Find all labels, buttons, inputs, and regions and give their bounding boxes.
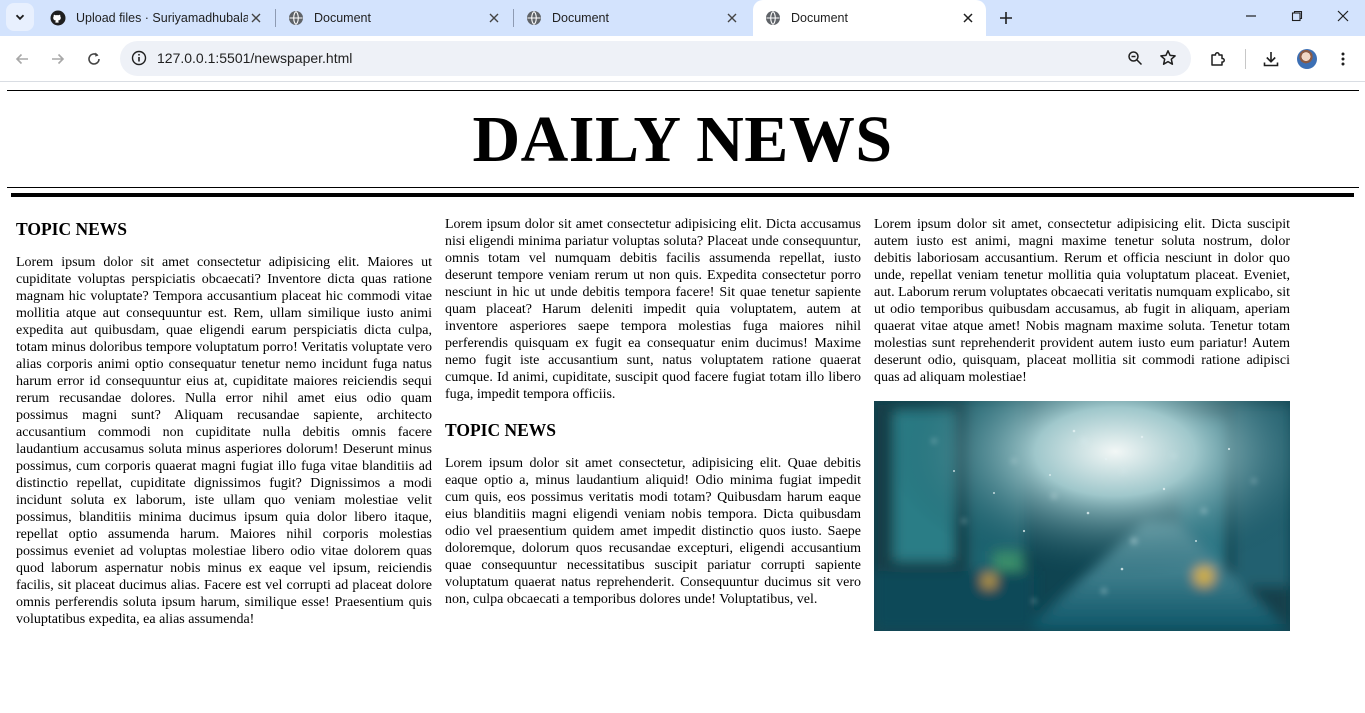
forward-button[interactable] bbox=[44, 45, 72, 73]
column-heading: TOPIC NEWS bbox=[445, 420, 557, 440]
download-icon bbox=[1263, 52, 1279, 67]
column-paragraph: Lorem ipsum dolor sit amet, consectetur … bbox=[874, 217, 1290, 385]
puzzle-icon bbox=[1211, 52, 1225, 66]
rainy-street-photo bbox=[874, 401, 1290, 631]
column-paragraph: Lorem ipsum dolor sit amet consectetur, … bbox=[445, 456, 861, 607]
tab-search-button[interactable] bbox=[6, 3, 34, 31]
column-paragraph: Lorem ipsum dolor sit amet consectetur a… bbox=[445, 217, 861, 402]
globe-icon bbox=[289, 11, 303, 25]
masthead-title: DAILY NEWS bbox=[472, 103, 893, 176]
arrow-right-icon bbox=[52, 53, 65, 65]
more-vertical-icon bbox=[1341, 52, 1345, 66]
close-icon[interactable] bbox=[724, 10, 740, 26]
tab-title: Upload files · Suriyamadhubala bbox=[76, 11, 248, 25]
bookmark-button[interactable] bbox=[1157, 47, 1179, 69]
close-icon[interactable] bbox=[248, 10, 264, 26]
restore-button[interactable] bbox=[1274, 0, 1320, 32]
extensions-button[interactable] bbox=[1204, 45, 1232, 73]
minimize-button[interactable] bbox=[1228, 0, 1274, 32]
avatar bbox=[1297, 49, 1317, 69]
downloads-button[interactable] bbox=[1257, 45, 1285, 73]
reload-icon bbox=[88, 52, 100, 65]
tab-document-1[interactable]: Document bbox=[276, 0, 512, 36]
top-rule bbox=[7, 90, 1359, 91]
page-content: DAILY NEWS TOPIC NEWS Lorem ipsum dolor … bbox=[0, 83, 1365, 713]
column-left: TOPIC NEWS Lorem ipsum dolor sit amet co… bbox=[16, 216, 432, 628]
tab-title: Document bbox=[791, 11, 848, 25]
column-paragraph: Lorem ipsum dolor sit amet consectetur a… bbox=[16, 255, 432, 627]
tab-title: Document bbox=[552, 11, 609, 25]
close-icon bbox=[1337, 10, 1349, 22]
browser-toolbar: 127.0.0.1:5501/newspaper.html bbox=[0, 36, 1365, 82]
column-heading: TOPIC NEWS bbox=[16, 219, 128, 239]
zoom-button[interactable] bbox=[1124, 47, 1146, 69]
close-icon[interactable] bbox=[486, 10, 502, 26]
toolbar-divider bbox=[1245, 49, 1246, 69]
plus-icon bbox=[1000, 12, 1012, 24]
tab-strip: Upload files · Suriyamadhubala Document … bbox=[0, 0, 1365, 36]
site-info-button[interactable] bbox=[128, 47, 150, 69]
info-icon bbox=[131, 50, 147, 66]
rainy-street-image bbox=[874, 401, 1290, 631]
column-right: Lorem ipsum dolor sit amet, consectetur … bbox=[874, 216, 1290, 631]
globe-icon bbox=[527, 11, 541, 25]
globe-icon bbox=[766, 11, 780, 25]
profile-button[interactable] bbox=[1293, 45, 1321, 73]
url-text[interactable]: 127.0.0.1:5501/newspaper.html bbox=[157, 50, 352, 66]
tab-upload-files[interactable]: Upload files · Suriyamadhubala bbox=[38, 0, 274, 36]
restore-icon bbox=[1291, 10, 1303, 22]
reload-button[interactable] bbox=[80, 45, 108, 73]
close-icon[interactable] bbox=[960, 10, 976, 26]
back-button[interactable] bbox=[8, 45, 36, 73]
github-icon bbox=[50, 10, 66, 26]
column-middle: Lorem ipsum dolor sit amet consectetur a… bbox=[445, 216, 861, 608]
close-window-button[interactable] bbox=[1320, 0, 1365, 32]
arrow-left-icon bbox=[15, 53, 28, 65]
tab-title: Document bbox=[314, 11, 371, 25]
star-icon bbox=[1160, 50, 1176, 65]
tab-document-active[interactable]: Document bbox=[753, 0, 986, 36]
menu-button[interactable] bbox=[1329, 45, 1357, 73]
new-tab-button[interactable] bbox=[994, 6, 1018, 30]
address-bar[interactable]: 127.0.0.1:5501/newspaper.html bbox=[120, 41, 1191, 76]
masthead-rule bbox=[7, 187, 1359, 188]
chevron-down-icon bbox=[15, 14, 25, 21]
zoom-icon bbox=[1128, 51, 1143, 66]
thick-rule bbox=[11, 193, 1354, 197]
tab-document-2[interactable]: Document bbox=[514, 0, 750, 36]
minimize-icon bbox=[1246, 15, 1256, 17]
